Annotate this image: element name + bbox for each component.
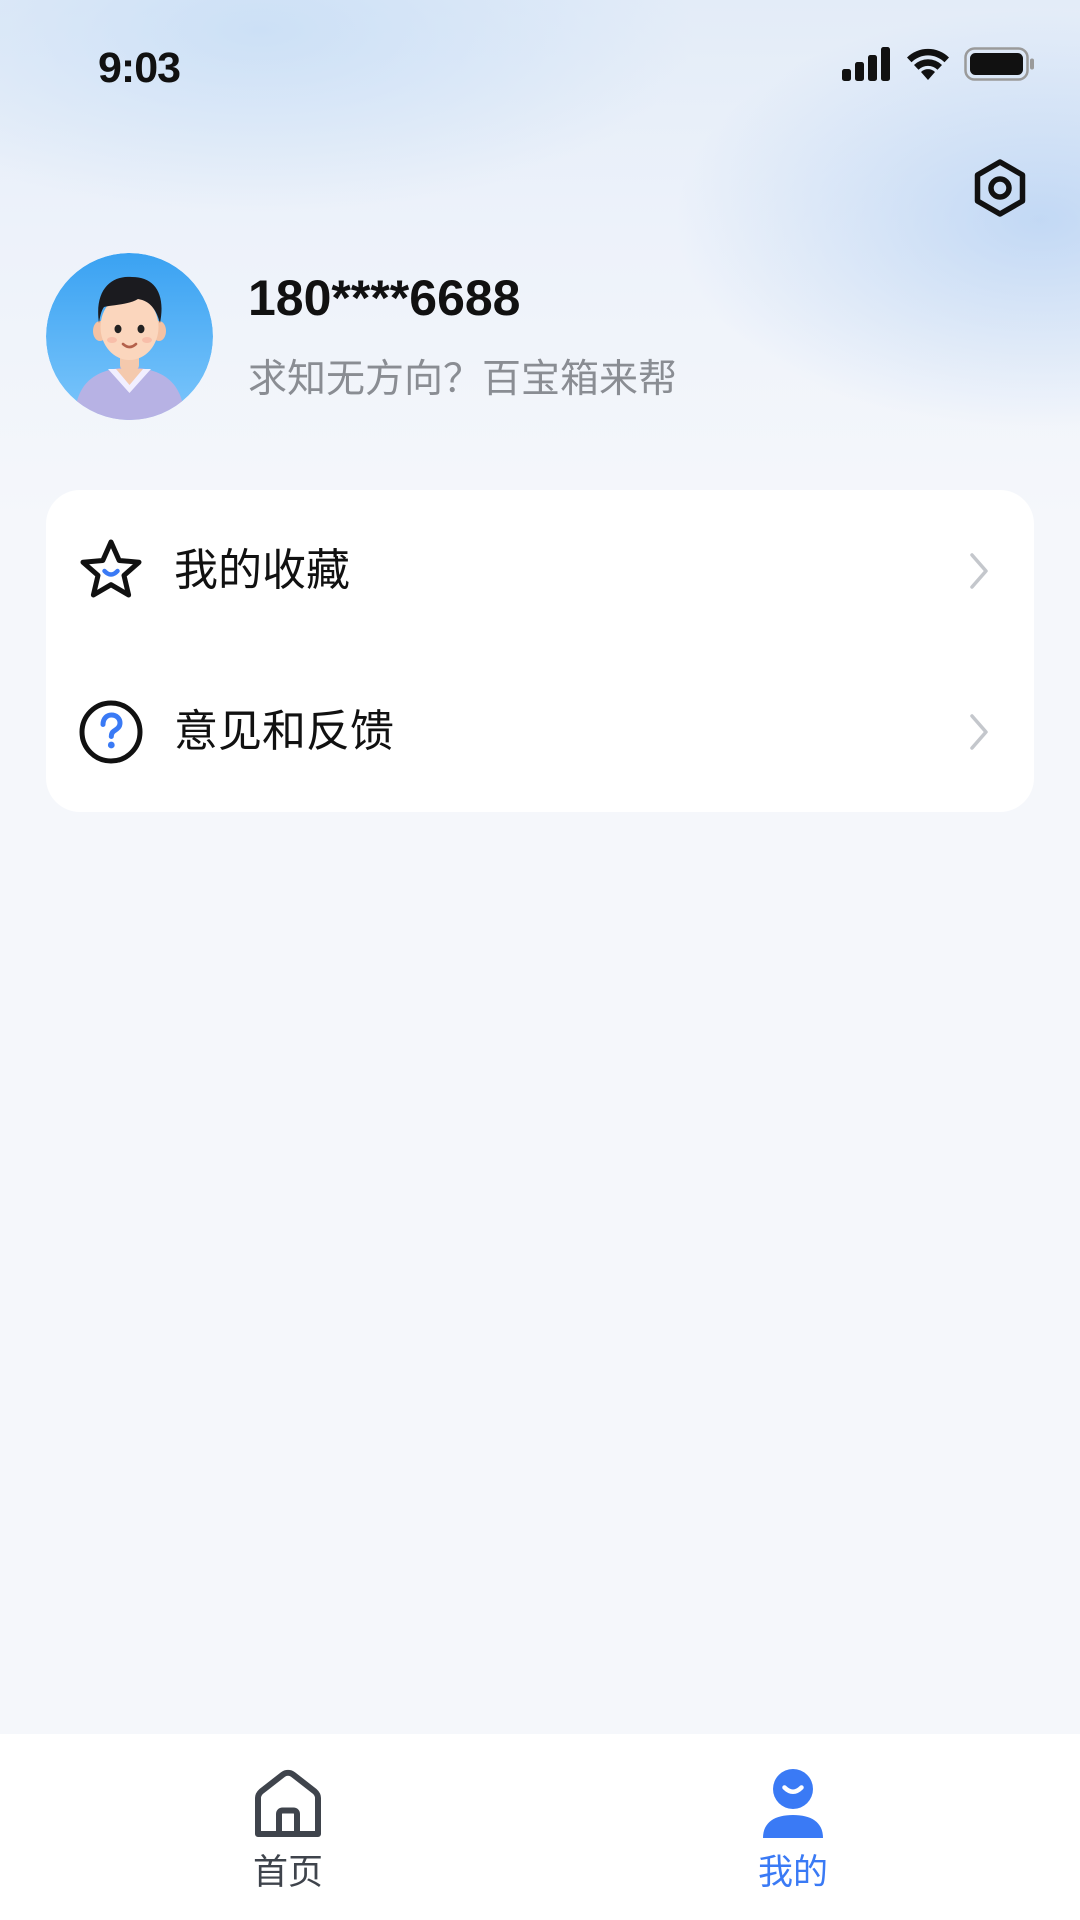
tab-bar: 首页 我的 bbox=[0, 1734, 1080, 1920]
home-icon bbox=[250, 1766, 326, 1842]
user-icon bbox=[755, 1766, 831, 1842]
signal-icon bbox=[842, 47, 892, 85]
chevron-right-icon bbox=[964, 549, 994, 593]
status-time: 9:03 bbox=[98, 44, 181, 92]
settings-button[interactable] bbox=[964, 154, 1036, 226]
menu-item-feedback[interactable]: 意见和反馈 bbox=[46, 651, 1034, 812]
status-icons bbox=[842, 46, 1036, 86]
menu-card: 我的收藏 意见和反馈 bbox=[46, 490, 1034, 812]
star-icon bbox=[78, 538, 144, 604]
chevron-right-icon bbox=[964, 710, 994, 754]
username: 180****6688 bbox=[248, 270, 521, 326]
avatar[interactable] bbox=[46, 253, 213, 420]
settings-icon bbox=[970, 158, 1030, 222]
wifi-icon bbox=[906, 47, 950, 85]
tagline: 求知无方向？百宝箱来帮 bbox=[248, 357, 678, 402]
tab-label: 首页 bbox=[252, 1853, 323, 1893]
tab-home[interactable]: 首页 bbox=[138, 1734, 438, 1920]
menu-item-favorites[interactable]: 我的收藏 bbox=[46, 490, 1034, 651]
menu-item-label: 我的收藏 bbox=[174, 545, 350, 596]
battery-icon bbox=[964, 47, 1036, 85]
tab-label: 我的 bbox=[757, 1853, 828, 1893]
tab-mine[interactable]: 我的 bbox=[643, 1734, 943, 1920]
help-icon bbox=[78, 699, 144, 765]
status-bar: 9:03 bbox=[0, 0, 1080, 130]
menu-item-label: 意见和反馈 bbox=[174, 706, 394, 757]
